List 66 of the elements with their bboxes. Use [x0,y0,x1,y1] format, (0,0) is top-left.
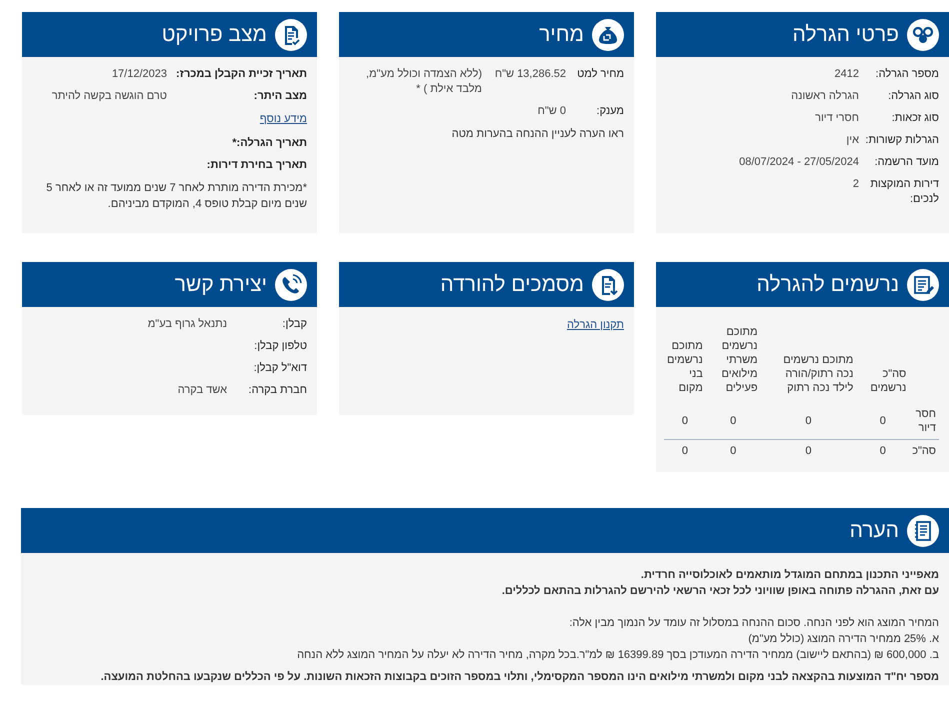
card-title: יצירת קשר [174,274,267,295]
field-value: 13,286.52 ש"ח [494,67,566,82]
field-label: מחיר למט [576,67,624,82]
table-cell: 0 [856,403,910,440]
note-text: ראו הערה לעניין ההנחה בהערות מטה [450,127,624,142]
field-label: דוא"ל קבלן: [252,361,307,376]
note-line: א. 25% ממחיר הדירה המוצג (כולל מע"מ) [747,632,939,647]
note-line: מספר יח"ד המוצעות בהקצאה לבני מקום ולמשרתי מילואים הינו המספר המקסימלי, ותלוי במספר הזוכים בקבוצות הזכאות השונות. על פי הכללים שנקבעו בהחלטת המועצה. [100,670,939,685]
phone-icon [275,268,307,300]
row-header: סה"כ [909,440,939,462]
field-label: מספר הגרלה: [874,67,939,82]
table-cell: 0 [664,403,706,440]
field-value: אין [846,133,859,148]
field-value: 2412 [834,67,859,82]
document-link[interactable]: תקנון הגרלה [567,317,624,334]
note-line: עם זאת, ההגרלה פתוחה באופן שוויוני לכל זכאי הרשאי להירשם להגרלות בהתאם לכללים. [500,584,939,599]
field-value: 2 [852,177,859,192]
document-check-icon [275,18,307,50]
card-title: מסמכים להורדה [440,274,584,295]
field-label: סוג זכאות: [890,111,939,126]
field-value: 0 ש"ח [538,104,566,119]
field-note: (ללא הצמדה וכולל מע"מ, מלבד אילת ) * [365,67,483,97]
row-header: חסר דיור [909,403,939,440]
field-label: תאריך בחירת דירות: [206,158,307,172]
field-label: תאריך זכיית הקבלן במכרז: [175,67,307,82]
field-value: חסרי דיור [815,111,859,126]
table-cell: 0 [706,403,761,440]
list-pencil-icon [907,268,939,300]
column-header: מתוכם נרשמים בני מקום [666,339,704,396]
note-line: מאפייני התכנון במתחם המוגדל מותאמים לאוכלוסייה חרדית. [640,568,939,583]
field-value: טרם הוגשה בקשה להיתר [52,89,167,104]
field-value: אשד בקרה [178,383,227,398]
table-cell: 0 [760,440,856,462]
field-label: חברת בקרה: [248,383,307,398]
document-link[interactable]: מידע נוסף [260,111,307,128]
note-line: ב. 600,000 ₪ (בהתאם ליישוב) ממחיר הדירה המעודכן בסך 16399.89 ₪ למ"ר.בכל מקרה, מחיר הדירה לא יעלה על המחיר המוצג ללא הנחה [296,648,939,663]
table-cell: 0 [856,440,910,462]
field-label: מצב היתר: [252,89,307,104]
notebook-icon [907,514,939,546]
table-cell: 0 [760,403,856,440]
column-header: מתוכם נרשמים משרתי מילואים פעילים [720,325,759,396]
field-value: הגרלה ראשונה [791,89,859,104]
note-line: המחיר המוצג הוא לפני הנחה. סכום ההנחה במסלול זה עומד על הנמוך מבין אלה: [568,616,939,631]
field-label: מועד הרשמה: [874,155,939,170]
field-value: 17/12/2023 [112,67,167,82]
card-title: מצב פרויקט [162,24,267,45]
field-label: מענק: [596,104,624,119]
column-header: מתוכם נרשמים נכה רתוק/הורה לילד נכה רתוק [782,353,854,396]
field-label: דירות המוקצות לנכים: [869,177,939,207]
card-title: מחיר [539,24,584,45]
field-value: נתנאל גרוף בע"מ [148,317,227,332]
card-title: נרשמים להגרלה [756,274,899,295]
field-label: הגרלות קשורות: [864,133,939,148]
field-label: סוג הגרלה: [887,89,939,104]
column-header: סה"כ נרשמים [869,367,908,396]
money-bag-icon [592,18,624,50]
field-label: תאריך הגרלה:* [231,136,307,150]
card-title: הערה [850,520,899,541]
document-download-icon [592,268,624,300]
note-text: *מכירת הדירה מותרת לאחר 7 שנים ממועד זה או לאחר 5 שנים מיום קבלת טופס 4, המוקדם מביניהם. [45,180,307,212]
table-cell: 0 [706,440,761,462]
field-label: קבלן: [281,317,307,332]
field-label: טלפון קבלן: [253,339,307,354]
card-title: פרטי הגרלה [792,24,899,45]
table-cell: 0 [664,440,706,462]
field-value: 27/05/2024 - 08/07/2024 [739,155,859,170]
